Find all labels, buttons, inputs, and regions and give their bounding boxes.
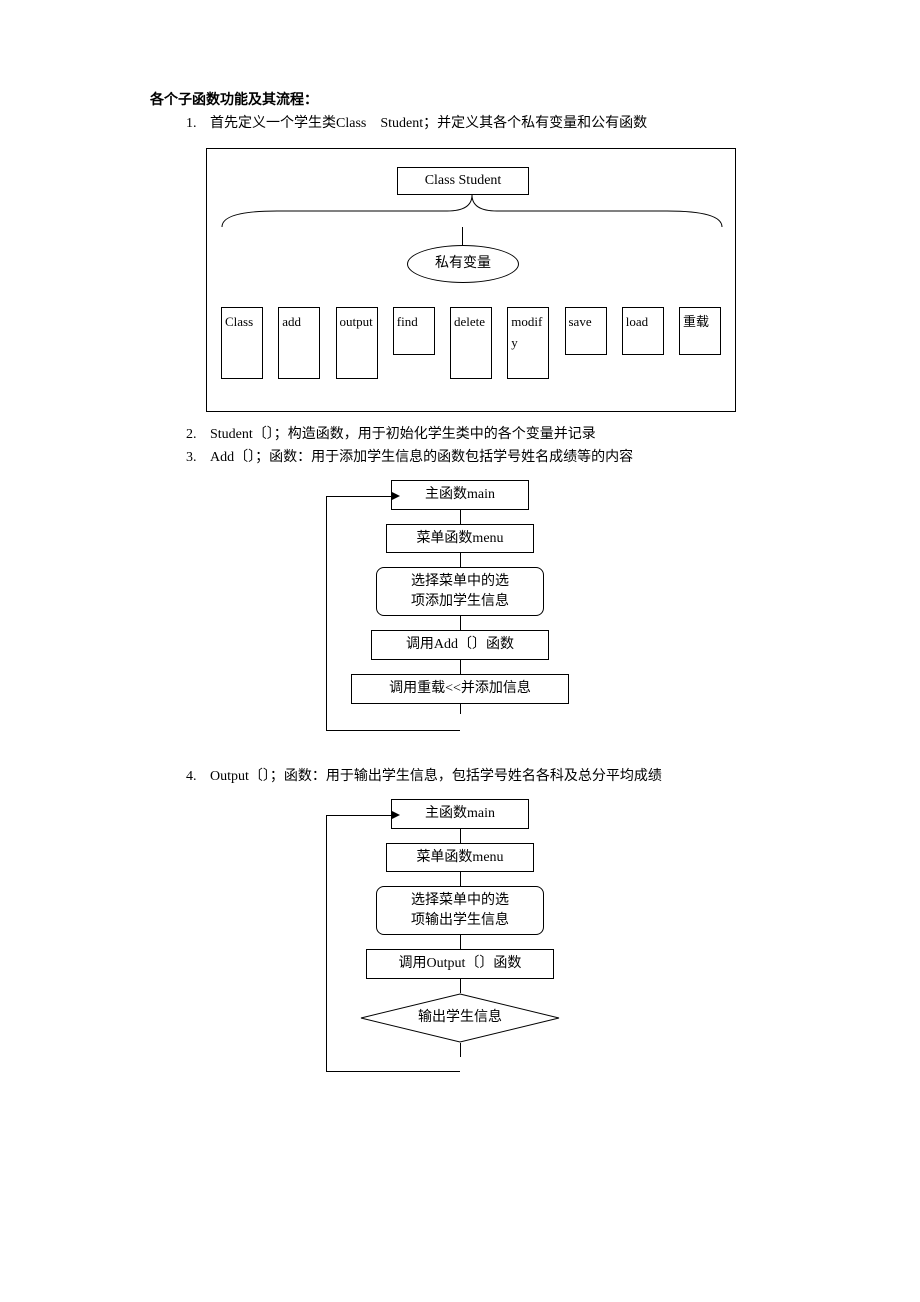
connector [460, 1043, 461, 1057]
connector [460, 660, 461, 674]
node-main: 主函数main [391, 480, 529, 510]
connector [460, 553, 461, 567]
list-item-3: 3.Add〔〕；函数：用于添加学生信息的函数包括学号姓名成绩等的内容 [186, 447, 770, 468]
member-load: load [622, 307, 664, 355]
list-item-4: 4.Output〔〕；函数：用于输出学生信息，包括学号姓名各科及总分平均成绩 [186, 766, 770, 787]
item-text: Output〔〕；函数：用于输出学生信息，包括学号姓名各科及总分平均成绩 [210, 769, 662, 784]
member-modify: modify [507, 307, 549, 379]
connector-line [462, 227, 463, 245]
member-save: save [565, 307, 607, 355]
node-main: 主函数main [391, 799, 529, 829]
connector [460, 872, 461, 886]
brace-icon [217, 193, 727, 229]
member-add: add [278, 307, 320, 379]
function-list: 1.首先定义一个学生类Class Student；并定义其各个私有变量和公有函数 [150, 113, 770, 134]
item-num: 4. [186, 766, 210, 787]
node-overload-insert: 调用重载<<并添加信息 [351, 674, 569, 704]
item-text: Student〔〕；构造函数，用于初始化学生类中的各个变量并记录 [210, 427, 596, 442]
item-num: 2. [186, 424, 210, 445]
member-row: Class add output find delete modify save… [221, 307, 721, 379]
node-output-info: 输出学生信息 [360, 993, 560, 1043]
class-student-box: Class Student [397, 167, 529, 195]
member-output: output [336, 307, 378, 379]
connector [460, 979, 461, 993]
connector [460, 935, 461, 949]
node-line1: 选择菜单中的选 [411, 893, 509, 908]
diamond-label: 输出学生信息 [360, 1007, 560, 1028]
member-delete: delete [450, 307, 492, 379]
node-line1: 选择菜单中的选 [411, 574, 509, 589]
loop-bottom-line [326, 730, 460, 731]
connector [460, 829, 461, 843]
function-list-cont2: 4.Output〔〕；函数：用于输出学生信息，包括学号姓名各科及总分平均成绩 [150, 766, 770, 787]
member-overload: 重载 [679, 307, 721, 355]
connector [460, 510, 461, 524]
member-class: Class [221, 307, 263, 379]
node-menu: 菜单函数menu [386, 524, 534, 554]
flowchart-add: 主函数main 菜单函数menu 选择菜单中的选 项添加学生信息 调用Add〔〕… [330, 480, 590, 748]
node-line2: 项添加学生信息 [411, 594, 509, 609]
list-item-2: 2.Student〔〕；构造函数，用于初始化学生类中的各个变量并记录 [186, 424, 770, 445]
member-find: find [393, 307, 435, 355]
node-call-output: 调用Output〔〕函数 [366, 949, 554, 979]
loop-top-line [326, 815, 396, 816]
node-menu: 菜单函数menu [386, 843, 534, 873]
arrow-icon [392, 492, 400, 500]
arrow-icon [392, 811, 400, 819]
item-text: Add〔〕；函数：用于添加学生信息的函数包括学号姓名成绩等的内容 [210, 450, 633, 465]
list-item-1: 1.首先定义一个学生类Class Student；并定义其各个私有变量和公有函数 [186, 113, 770, 134]
loop-line [326, 815, 327, 1071]
loop-bottom-line [326, 1071, 460, 1072]
function-list-cont: 2.Student〔〕；构造函数，用于初始化学生类中的各个变量并记录 3.Add… [150, 424, 770, 468]
section-heading: 各个子函数功能及其流程： [150, 90, 770, 111]
item-num: 3. [186, 447, 210, 468]
node-choose: 选择菜单中的选 项输出学生信息 [376, 886, 544, 935]
node-choose: 选择菜单中的选 项添加学生信息 [376, 567, 544, 616]
node-call-add: 调用Add〔〕函数 [371, 630, 549, 660]
item-text: 首先定义一个学生类Class Student；并定义其各个私有变量和公有函数 [210, 116, 647, 131]
connector [460, 616, 461, 630]
connector [460, 704, 461, 714]
loop-top-line [326, 496, 396, 497]
class-diagram: Class Student 私有变量 Class add output find… [206, 148, 736, 412]
item-num: 1. [186, 113, 210, 134]
node-line2: 项输出学生信息 [411, 913, 509, 928]
loop-line [326, 496, 327, 730]
flowchart-output: 主函数main 菜单函数menu 选择菜单中的选 项输出学生信息 调用Outpu… [330, 799, 590, 1091]
private-var-ellipse: 私有变量 [407, 245, 519, 283]
